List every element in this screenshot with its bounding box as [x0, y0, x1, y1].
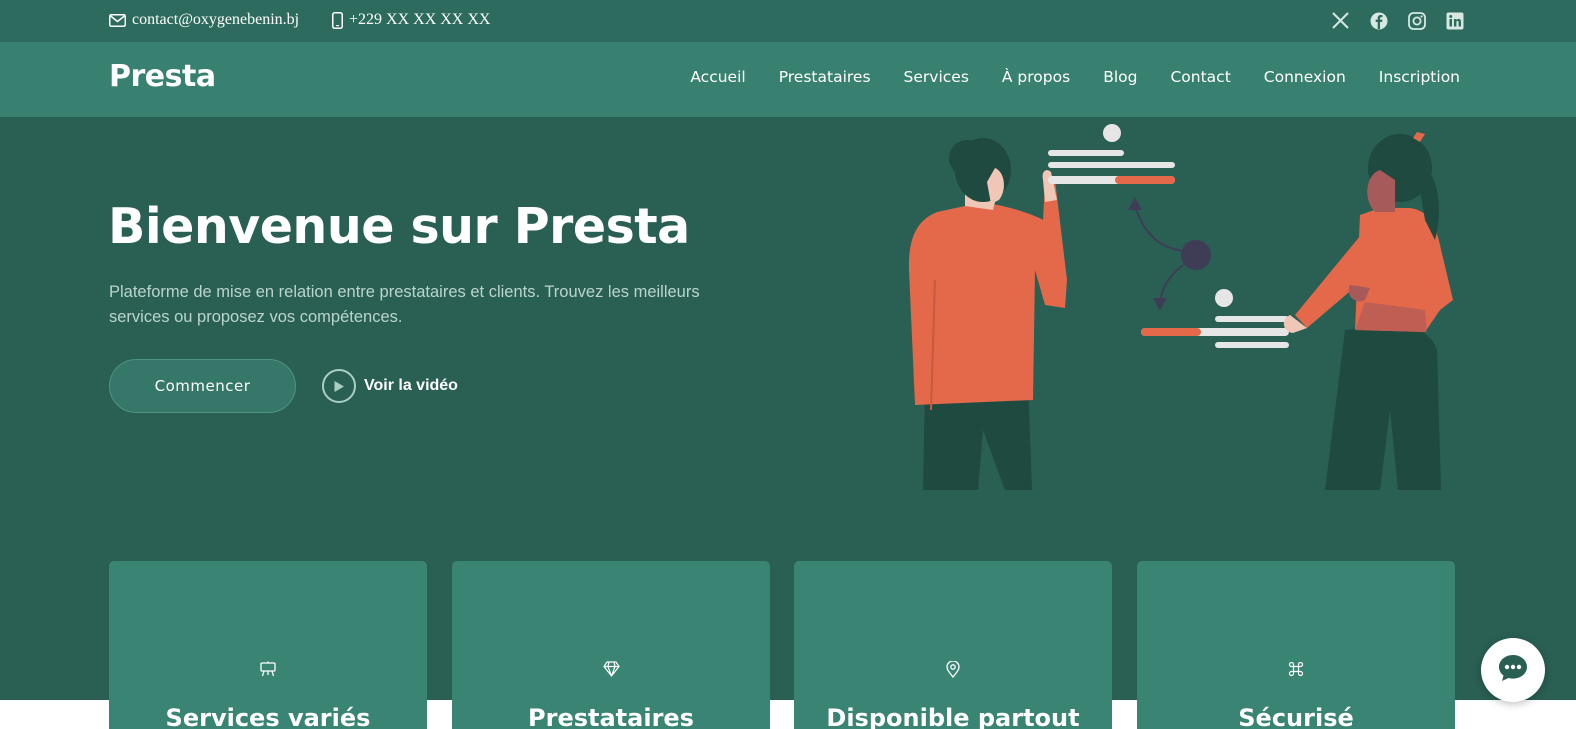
instagram-icon[interactable]: [1407, 11, 1426, 30]
watch-video-button[interactable]: Voir la vidéo: [322, 369, 458, 403]
command-icon: [1137, 661, 1455, 677]
facebook-icon[interactable]: [1369, 11, 1388, 30]
nav-link-contact[interactable]: Contact: [1170, 68, 1230, 86]
nav-link-services[interactable]: Services: [904, 68, 969, 86]
easel-icon: [109, 661, 427, 677]
top-bar: contact@oxygenebenin.bj +229 XX XX XX XX: [0, 0, 1576, 42]
feature-title: Services variés: [165, 704, 371, 729]
hero-illustration: [908, 124, 1453, 490]
envelope-icon: [109, 13, 126, 27]
start-button[interactable]: Commencer: [109, 359, 296, 413]
play-icon: [322, 369, 356, 403]
nav-link-connexion[interactable]: Connexion: [1264, 68, 1346, 86]
nav-link-accueil[interactable]: Accueil: [690, 68, 745, 86]
email-text: contact@oxygenebenin.bj: [132, 11, 300, 28]
man-figure: [908, 138, 1067, 490]
hero-subtitle: Plateforme de mise en relation entre pre…: [109, 283, 700, 326]
woman-figure: [1283, 132, 1453, 490]
phone-icon: [332, 11, 343, 29]
feature-card-prestataires[interactable]: Prestataires: [452, 561, 770, 729]
nav-link-prestataires[interactable]: Prestataires: [779, 68, 871, 86]
nav-link-inscription[interactable]: Inscription: [1379, 68, 1460, 86]
phone-text: +229 XX XX XX XX: [349, 11, 491, 28]
nav-link-blog[interactable]: Blog: [1103, 68, 1137, 86]
nav-link-a-propos[interactable]: À propos: [1002, 68, 1070, 86]
top-progress-card: [1048, 124, 1175, 184]
feature-card-disponible[interactable]: Disponible partout: [794, 561, 1112, 729]
map-pin-icon: [794, 661, 1112, 678]
social-links: [1331, 11, 1464, 30]
feature-title: Prestataires: [528, 704, 694, 729]
linkedin-icon[interactable]: [1445, 11, 1464, 30]
diamond-icon: [452, 661, 770, 677]
feature-title: Disponible partout: [826, 704, 1080, 729]
feature-card-services[interactable]: Services variés: [109, 561, 427, 729]
feature-card-securise[interactable]: Sécurisé: [1137, 561, 1455, 729]
flow-arrows: [1128, 197, 1211, 311]
nav-links: Accueil Prestataires Services À propos B…: [690, 68, 1460, 86]
phone-contact[interactable]: +229 XX XX XX XX: [332, 11, 490, 29]
feature-title: Sécurisé: [1238, 704, 1354, 729]
x-icon[interactable]: [1331, 11, 1350, 30]
chat-bubble-icon: [1497, 653, 1529, 688]
hero-title: Bienvenue sur Presta: [108, 198, 690, 255]
main-navbar: Presta Accueil Prestataires Services À p…: [0, 42, 1576, 117]
bottom-progress-card: [1141, 289, 1289, 348]
brand-logo[interactable]: Presta: [109, 59, 216, 94]
watch-video-label: Voir la vidéo: [364, 377, 458, 394]
chat-button[interactable]: [1481, 638, 1545, 702]
email-contact[interactable]: contact@oxygenebenin.bj: [109, 11, 299, 29]
